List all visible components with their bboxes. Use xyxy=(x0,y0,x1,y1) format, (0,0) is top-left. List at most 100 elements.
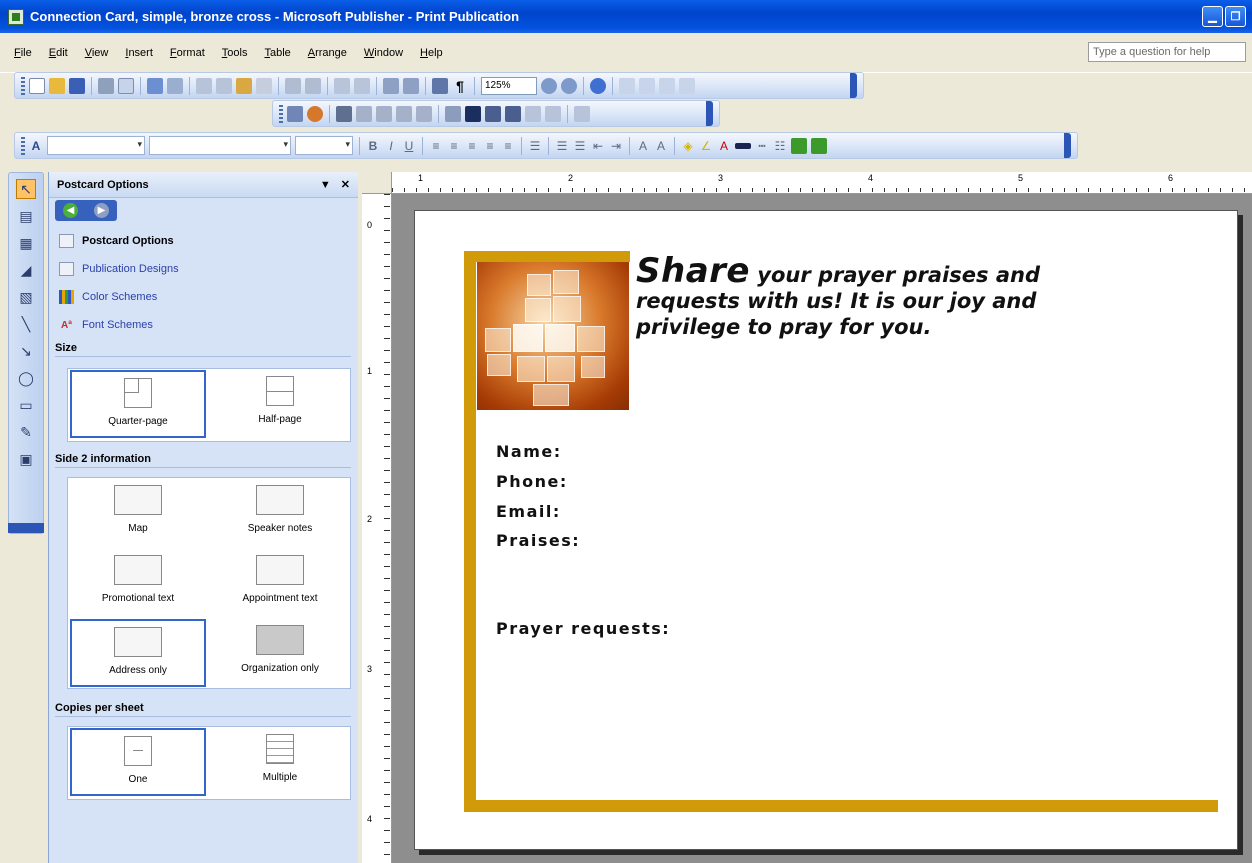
side2-appointment-text-option[interactable]: Appointment text xyxy=(212,549,348,617)
justify-icon[interactable]: ≡ xyxy=(483,139,497,153)
field-name-label[interactable]: Name: xyxy=(496,442,562,461)
paste-icon[interactable] xyxy=(236,77,252,94)
side2-address-only-option[interactable]: Address only xyxy=(70,619,206,687)
horizontal-ruler[interactable]: 1 2 3 4 5 6 xyxy=(392,172,1252,194)
line-icon[interactable]: ╲ xyxy=(16,314,36,334)
connect-frames-icon[interactable] xyxy=(619,77,635,94)
align-right-icon[interactable]: ≡ xyxy=(465,139,479,153)
color-icon[interactable] xyxy=(307,105,323,122)
link-font-schemes[interactable]: Aª Font Schemes xyxy=(59,318,153,332)
pane-menu-dropdown[interactable]: ▼ xyxy=(320,179,331,191)
more-brightness-icon[interactable] xyxy=(376,105,392,122)
font-color-icon[interactable]: A xyxy=(717,139,731,153)
menu-tools[interactable]: Tools xyxy=(222,47,248,59)
pane-close-button[interactable]: ✕ xyxy=(341,178,350,191)
shadow-style-icon[interactable] xyxy=(791,137,807,154)
underline-button[interactable]: U xyxy=(402,139,416,153)
arrow-style-icon[interactable]: ☷ xyxy=(773,139,787,153)
special-characters-icon[interactable]: ¶ xyxy=(452,78,468,94)
size-half-page-option[interactable]: Half-page xyxy=(212,370,348,438)
more-contrast-icon[interactable] xyxy=(336,105,352,122)
crop-icon[interactable] xyxy=(416,105,432,122)
columns-icon[interactable] xyxy=(432,77,448,94)
zoom-select[interactable]: 125% xyxy=(481,76,537,95)
align-left-icon[interactable]: ≡ xyxy=(429,139,443,153)
vertical-ruler[interactable]: 0 1 2 3 4 xyxy=(362,194,392,863)
compress-picture-icon[interactable] xyxy=(485,105,501,122)
publisher-app-icon[interactable] xyxy=(8,8,24,25)
help-question-input[interactable]: Type a question for help xyxy=(1088,42,1246,62)
font-size-select[interactable] xyxy=(295,136,353,155)
italic-button[interactable]: I xyxy=(384,139,398,153)
back-icon[interactable]: ◀ xyxy=(63,203,78,218)
set-transparent-color-icon[interactable] xyxy=(545,105,561,122)
menu-help[interactable]: Help xyxy=(420,47,443,59)
toolbar-grip[interactable] xyxy=(21,136,25,155)
picture-frame-icon[interactable]: ▧ xyxy=(16,287,36,307)
dash-style-icon[interactable]: ┅ xyxy=(755,139,769,153)
menu-table[interactable]: Table xyxy=(264,47,290,59)
bold-button[interactable]: B xyxy=(366,139,380,153)
cut-icon[interactable] xyxy=(196,77,212,94)
decrease-font-size-icon[interactable]: A xyxy=(636,139,650,153)
side2-organization-only-option[interactable]: Organization only xyxy=(212,619,348,687)
menu-window[interactable]: Window xyxy=(364,47,403,59)
redo-icon[interactable] xyxy=(305,77,321,94)
card-headline[interactable]: Share your prayer praises and requests w… xyxy=(636,254,1116,340)
align-center-icon[interactable]: ≡ xyxy=(447,139,461,153)
insert-table-icon[interactable]: ▦ xyxy=(16,233,36,253)
next-frame-icon[interactable] xyxy=(679,77,695,94)
new-icon[interactable] xyxy=(29,77,45,94)
link-publication-designs[interactable]: Publication Designs xyxy=(59,262,179,276)
toolbar-options-chevron[interactable] xyxy=(706,101,713,126)
break-link-icon[interactable] xyxy=(639,77,655,94)
design-gallery-object-icon[interactable]: ▣ xyxy=(16,449,36,469)
design-gallery-icon[interactable] xyxy=(403,77,419,94)
insert-picture-icon[interactable] xyxy=(383,77,399,94)
toolbar-grip[interactable] xyxy=(21,76,25,95)
save-icon[interactable] xyxy=(69,77,85,94)
link-color-schemes[interactable]: Color Schemes xyxy=(59,290,157,304)
increase-font-size-icon[interactable]: A xyxy=(654,139,668,153)
copies-one-option[interactable]: One xyxy=(70,728,206,796)
send-backward-icon[interactable] xyxy=(354,77,370,94)
zoom-out-icon[interactable] xyxy=(541,77,557,94)
size-quarter-page-option[interactable]: Quarter-page xyxy=(70,370,206,438)
line-color-icon[interactable]: ∠ xyxy=(699,139,713,153)
undo-icon[interactable] xyxy=(285,77,301,94)
menu-edit[interactable]: Edit xyxy=(49,47,68,59)
side2-map-option[interactable]: Map xyxy=(70,479,206,547)
select-objects-icon[interactable]: ↖ xyxy=(16,179,36,199)
rotate-icon[interactable] xyxy=(445,105,461,122)
fill-color-icon[interactable]: ◈ xyxy=(681,139,695,153)
toolbar-options-chevron[interactable] xyxy=(8,523,44,533)
help-icon[interactable] xyxy=(590,77,606,94)
numbering-icon[interactable]: ☰ xyxy=(555,139,569,153)
styles-icon[interactable]: A xyxy=(29,139,43,153)
link-postcard-options[interactable]: Postcard Options xyxy=(59,234,174,248)
insert-picture-icon[interactable] xyxy=(287,105,303,122)
field-phone-label[interactable]: Phone: xyxy=(496,472,568,491)
rectangle-icon[interactable]: ▭ xyxy=(16,395,36,415)
text-wrapping-icon[interactable] xyxy=(505,105,521,122)
previous-frame-icon[interactable] xyxy=(659,77,675,94)
copy-icon[interactable] xyxy=(216,77,232,94)
wordart-icon[interactable]: ◢ xyxy=(16,260,36,280)
oval-icon[interactable]: ◯ xyxy=(16,368,36,388)
menu-insert[interactable]: Insert xyxy=(125,47,153,59)
print-icon[interactable] xyxy=(98,77,114,94)
toolbar-grip[interactable] xyxy=(279,104,283,123)
menu-file[interactable]: File xyxy=(14,47,32,59)
toolbar-options-chevron[interactable] xyxy=(850,73,857,98)
distribute-icon[interactable]: ≡ xyxy=(501,139,515,153)
line-spacing-icon[interactable]: ☰ xyxy=(528,139,542,153)
open-icon[interactable] xyxy=(49,77,65,94)
field-praises-label[interactable]: Praises: xyxy=(496,531,580,550)
spelling-icon[interactable] xyxy=(147,77,163,94)
ruler-corner[interactable] xyxy=(362,172,392,194)
arrow-icon[interactable]: ↘ xyxy=(16,341,36,361)
autoshapes-icon[interactable]: ✎ xyxy=(16,422,36,442)
decrease-indent-icon[interactable]: ⇤ xyxy=(591,139,605,153)
toolbar-options-chevron[interactable] xyxy=(1064,133,1071,158)
text-box-icon[interactable]: ▤ xyxy=(16,206,36,226)
